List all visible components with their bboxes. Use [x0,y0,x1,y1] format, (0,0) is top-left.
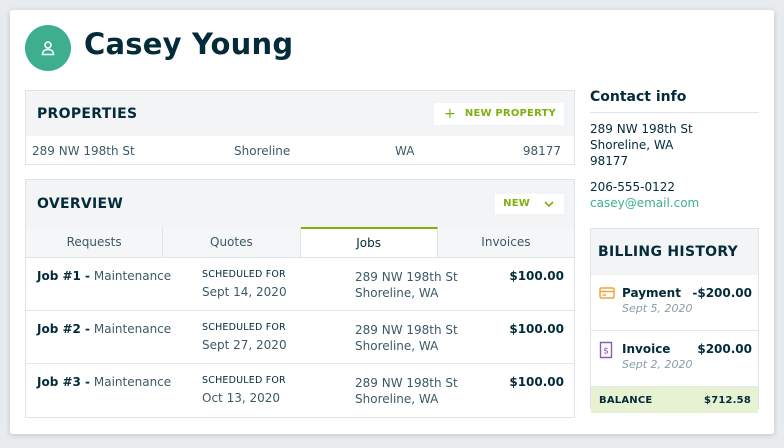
contact-email-link[interactable]: casey@email.com [590,196,699,210]
job-row[interactable]: Job #3 - Maintenance SCHEDULED FOR Oct 1… [26,364,574,417]
properties-panel: PROPERTIES + NEW PROPERTY 289 NW 198th S… [25,90,575,165]
job-type: Maintenance [93,269,172,283]
new-property-label: NEW PROPERTY [464,108,556,119]
contact-phone[interactable]: 206-555-0122 [590,180,675,194]
job-row[interactable]: Job #2 - Maintenance SCHEDULED FOR Sept … [26,311,574,364]
billing-item-amount: $200.00 [697,342,752,356]
job-type: Maintenance [93,375,172,389]
job-title: Job #2 - Maintenance [37,322,171,336]
billing-item[interactable]: $ Invoice Sept 2, 2020 $200.00 [591,331,758,387]
chevron-down-icon [544,200,554,207]
property-row[interactable]: 289 NW 198th St Shoreline WA 98177 [26,136,574,164]
billing-item-date: Sept 2, 2020 [622,358,693,371]
job-city: Shoreline, WA [355,392,439,406]
job-number: Job #2 - [37,322,91,336]
tab-jobs[interactable]: Jobs [300,227,438,257]
contact-zip: 98177 [590,154,629,168]
job-title: Job #3 - Maintenance [37,375,171,389]
overview-header: OVERVIEW NEW [26,180,574,227]
job-title: Job #1 - Maintenance [37,269,171,283]
properties-title: PROPERTIES [37,105,138,122]
job-city: Shoreline, WA [355,286,439,300]
new-dropdown-button[interactable]: NEW [495,193,564,214]
svg-text:$: $ [603,347,609,357]
contact-street: 289 NW 198th St [590,122,693,136]
job-number: Job #3 - [37,375,91,389]
job-amount: $100.00 [509,375,564,389]
job-street: 289 NW 198th St [355,270,458,284]
new-property-button[interactable]: + NEW PROPERTY [433,102,564,125]
balance-label: BALANCE [599,394,653,406]
overview-panel: OVERVIEW NEW Requests Quotes Jobs Invoic… [25,179,575,418]
job-street: 289 NW 198th St [355,323,458,337]
person-icon [39,39,57,57]
tab-quotes[interactable]: Quotes [163,227,301,257]
billing-history-panel: BILLING HISTORY Payment Sept 5, 2020 -$2… [590,228,759,413]
job-address: 289 NW 198th St Shoreline, WA [355,269,458,301]
scheduled-date: Sept 27, 2020 [202,338,287,352]
scheduled-date: Sept 14, 2020 [202,285,287,299]
credit-card-icon [599,285,615,304]
scheduled-date: Oct 13, 2020 [202,391,280,405]
overview-tabs: Requests Quotes Jobs Invoices [26,227,574,258]
overview-title: OVERVIEW [37,195,124,212]
job-number: Job #1 - [37,269,91,283]
billing-title: BILLING HISTORY [598,244,739,260]
billing-item[interactable]: Payment Sept 5, 2020 -$200.00 [591,275,758,331]
property-city: Shoreline [234,144,291,158]
billing-header: BILLING HISTORY [591,229,758,275]
new-label: NEW [503,198,530,209]
page-title: Casey Young [84,27,294,61]
job-row[interactable]: Job #1 - Maintenance SCHEDULED FOR Sept … [26,258,574,311]
balance-row: BALANCE $712.58 [591,387,758,413]
billing-item-date: Sept 5, 2020 [622,302,693,315]
client-avatar [25,25,71,71]
scheduled-label: SCHEDULED FOR [202,269,286,280]
invoice-icon: $ [599,341,613,363]
property-street: 289 NW 198th St [32,144,135,158]
jobs-list: Job #1 - Maintenance SCHEDULED FOR Sept … [26,258,574,417]
billing-item-name: Invoice [622,342,671,356]
scheduled-label: SCHEDULED FOR [202,375,286,386]
job-type: Maintenance [93,322,172,336]
job-street: 289 NW 198th St [355,376,458,390]
properties-header: PROPERTIES + NEW PROPERTY [26,91,574,136]
tab-requests[interactable]: Requests [26,227,164,257]
balance-value: $712.58 [704,394,751,406]
billing-item-name: Payment [622,286,681,300]
billing-item-amount: -$200.00 [692,286,752,300]
job-address: 289 NW 198th St Shoreline, WA [355,322,458,354]
scheduled-label: SCHEDULED FOR [202,322,286,333]
tab-invoices[interactable]: Invoices [437,227,574,257]
job-amount: $100.00 [509,269,564,283]
plus-icon: + [443,105,456,122]
job-amount: $100.00 [509,322,564,336]
contact-title: Contact info [590,89,759,113]
contact-city: Shoreline, WA [590,138,674,152]
job-address: 289 NW 198th St Shoreline, WA [355,375,458,407]
property-state: WA [395,144,415,158]
property-zip: 98177 [522,144,561,158]
job-city: Shoreline, WA [355,339,439,353]
